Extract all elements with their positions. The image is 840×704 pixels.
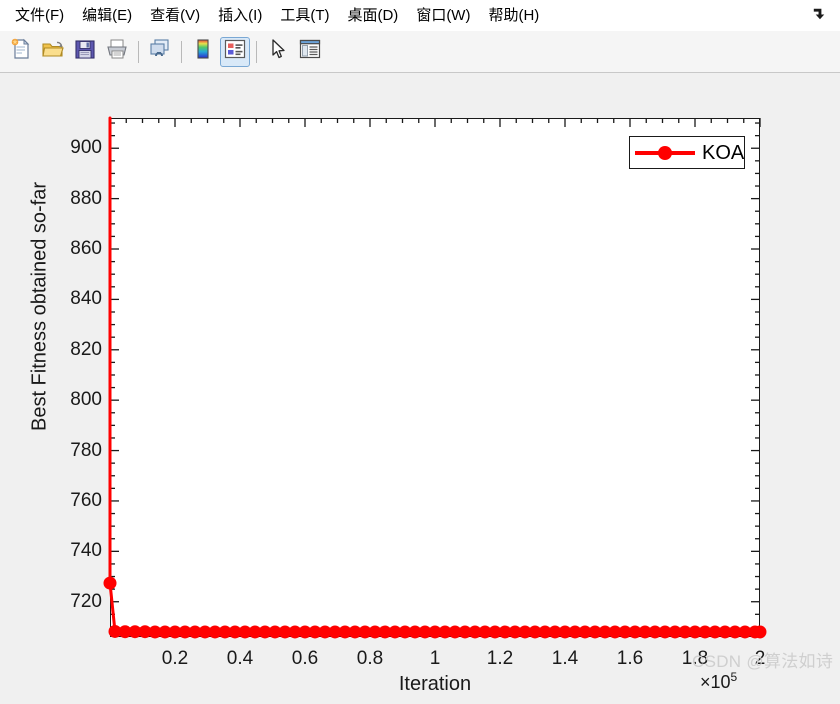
legend-label: KOA — [702, 141, 745, 164]
edit-plot-pointer-icon — [266, 37, 290, 66]
menu-insert[interactable]: 插入(I) — [209, 4, 271, 28]
x-axis-label: Iteration — [398, 673, 472, 695]
exponent-base: ×10 — [700, 672, 731, 692]
property-inspector-icon — [298, 37, 322, 66]
menu-view[interactable]: 查看(V) — [141, 4, 209, 28]
link-plot-icon — [148, 37, 172, 66]
menu-desktop[interactable]: 桌面(D) — [338, 4, 407, 28]
open-file-button[interactable] — [38, 37, 68, 67]
y-axis-label: Best Fitness obtained so-far — [28, 182, 51, 432]
x-tick-label: 0.4 — [226, 648, 254, 669]
x-tick-label: 1.4 — [551, 648, 579, 669]
new-figure-button[interactable] — [6, 37, 36, 67]
print-icon — [105, 37, 129, 66]
colorbar-button[interactable] — [188, 37, 218, 67]
legend-button[interactable] — [220, 36, 250, 67]
menu-help[interactable]: 帮助(H) — [479, 4, 548, 28]
watermark-text: CSDN @算法如诗 — [692, 652, 834, 671]
figure-canvas[interactable]: 720 740 760 780 800 820 840 860 880 900 0.2 0.4 0.6… — [0, 73, 840, 704]
x-tick-label: 1.2 — [486, 648, 514, 669]
toolbar-separator — [256, 40, 257, 63]
x-axis-exponent-label: ×105 — [700, 670, 737, 693]
link-plot-button[interactable] — [145, 37, 175, 67]
save-button[interactable] — [70, 37, 100, 67]
print-button[interactable] — [102, 37, 132, 67]
toolbar — [0, 31, 840, 73]
menu-edit[interactable]: 编辑(E) — [73, 4, 141, 28]
legend-marker-icon — [635, 145, 695, 161]
x-tick-label: 1 — [429, 648, 441, 669]
toolbar-separator — [138, 40, 139, 63]
x-tick-label: 1.6 — [616, 648, 644, 669]
x-tick-label: 0.6 — [291, 648, 319, 669]
matlab-figure-window: 文件(F) 编辑(E) 查看(V) 插入(I) 工具(T) 桌面(D) 窗口(W… — [0, 0, 840, 704]
property-inspector-button[interactable] — [295, 37, 325, 67]
save-icon — [73, 37, 97, 66]
toolbar-separator — [181, 40, 182, 63]
open-folder-icon — [41, 37, 65, 66]
legend-icon — [223, 37, 247, 66]
menu-bar: 文件(F) 编辑(E) 查看(V) 插入(I) 工具(T) 桌面(D) 窗口(W… — [0, 0, 840, 31]
x-tick-label: 0.2 — [161, 648, 189, 669]
new-figure-icon — [9, 37, 33, 66]
colorbar-icon — [191, 37, 215, 66]
edit-plot-button[interactable] — [263, 37, 293, 67]
legend-box[interactable]: KOA — [629, 136, 745, 169]
menu-window[interactable]: 窗口(W) — [407, 4, 479, 28]
dock-arrow-icon[interactable] — [810, 6, 828, 24]
exponent-power: 5 — [730, 670, 738, 684]
x-tick-label: 0.8 — [356, 648, 384, 669]
menu-tools[interactable]: 工具(T) — [271, 4, 338, 28]
menu-file[interactable]: 文件(F) — [6, 4, 73, 28]
